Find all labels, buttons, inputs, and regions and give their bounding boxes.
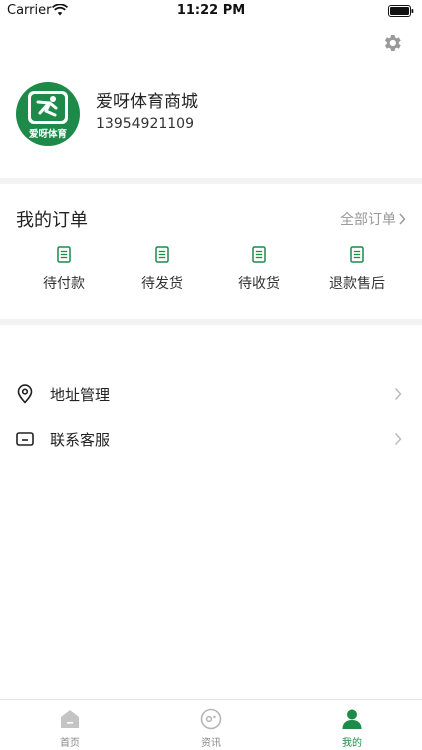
menu-item-customer-service[interactable]: 联系客服: [0, 417, 422, 461]
order-status-pending-shipment[interactable]: 待发货: [117, 246, 207, 293]
menu-item-address[interactable]: 地址管理: [0, 372, 422, 416]
order-status-label: 待付款: [43, 276, 85, 292]
section-divider: [0, 178, 422, 184]
location-pin-icon: [17, 384, 33, 404]
menu-item-label: 联系客服: [50, 431, 111, 449]
battery-icon: [388, 5, 414, 17]
news-icon: [200, 708, 222, 730]
section-divider: [0, 319, 422, 325]
message-box-icon: [16, 432, 34, 446]
doc-icon: [252, 246, 266, 263]
chevron-right-icon: [399, 213, 406, 225]
doc-icon: [350, 246, 364, 263]
order-status-label: 退款售后: [329, 276, 385, 292]
orders-title: 我的订单: [16, 210, 88, 231]
menu-item-label: 地址管理: [50, 386, 111, 404]
order-status-label: 待收货: [238, 276, 280, 292]
tab-label: 资讯: [201, 738, 221, 749]
order-status-pending-receipt[interactable]: 待收货: [214, 246, 304, 293]
order-status-label: 待发货: [141, 276, 183, 292]
tab-label: 首页: [60, 738, 80, 749]
phone-number: 13954921109: [96, 116, 194, 132]
home-icon: [61, 710, 79, 728]
tab-mine[interactable]: 我的: [282, 700, 422, 750]
view-all-orders-link[interactable]: 全部订单: [340, 209, 406, 229]
status-bar: Carrier 11:22 PM: [0, 0, 422, 22]
gear-icon[interactable]: [381, 32, 403, 54]
doc-icon: [57, 246, 71, 263]
doc-icon: [155, 246, 169, 263]
chevron-right-icon: [394, 387, 402, 401]
status-time: 11:22 PM: [176, 3, 246, 18]
view-all-orders-label: 全部订单: [340, 212, 396, 228]
logo-text: 爱呀体育: [29, 128, 68, 140]
tab-bar: 首页 资讯 我的: [0, 699, 422, 750]
shop-logo: 爱呀体育: [28, 91, 68, 140]
profile-screen: Carrier 11:22 PM 爱呀体育 爱呀体育商城 13954921109…: [0, 0, 422, 750]
chevron-right-icon: [394, 432, 402, 446]
shop-name: 爱呀体育商城: [96, 92, 198, 112]
avatar[interactable]: 爱呀体育: [16, 82, 80, 146]
order-status-refund[interactable]: 退款售后: [312, 246, 402, 293]
tab-news[interactable]: 资讯: [141, 700, 281, 750]
tab-label: 我的: [342, 738, 362, 749]
tab-home[interactable]: 首页: [0, 700, 140, 750]
user-icon: [342, 709, 362, 729]
order-status-pending-payment[interactable]: 待付款: [19, 246, 109, 293]
